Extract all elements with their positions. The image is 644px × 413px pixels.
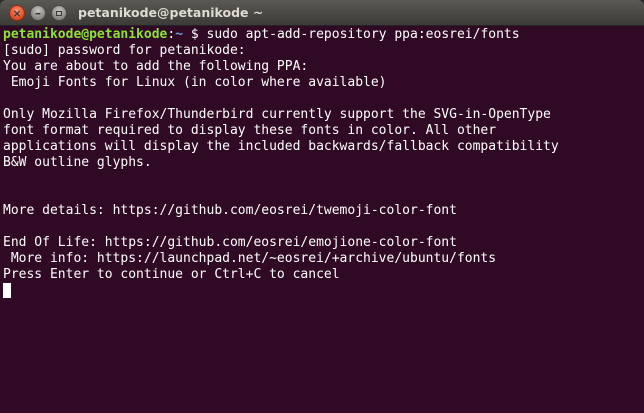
command-text: sudo apt-add-repository ppa:eosrei/fonts xyxy=(198,27,520,42)
output-line: You are about to add the following PPA: xyxy=(3,59,309,74)
prompt-user-host: petanikode@petanikode xyxy=(3,27,168,42)
output-line: More info: https://launchpad.net/~eosrei… xyxy=(3,251,497,266)
output-line: Press Enter to continue or Ctrl+C to can… xyxy=(3,267,340,282)
title-bar[interactable]: × – petanikode@petanikode ~ xyxy=(0,0,644,26)
output-line: [sudo] password for petanikode: xyxy=(3,43,246,58)
cursor-line xyxy=(3,283,644,299)
output-line: End Of Life: https://github.com/eosrei/e… xyxy=(3,235,457,250)
output-line: B&W outline glyphs. xyxy=(3,155,152,170)
output-line: Only Mozilla Firefox/Thunderbird current… xyxy=(3,107,551,122)
prompt-path: ~ xyxy=(175,27,184,42)
output-line: font format required to display these fo… xyxy=(3,123,497,138)
output-line: Emoji Fonts for Linux (in color where av… xyxy=(3,75,387,90)
close-button[interactable]: × xyxy=(9,5,25,21)
terminal-window: × – petanikode@petanikode ~ petanikode@p… xyxy=(0,0,644,413)
minimize-icon: – xyxy=(35,6,41,20)
terminal-area[interactable]: petanikode@petanikode:~ $ sudo apt-add-r… xyxy=(0,26,644,413)
close-icon: × xyxy=(12,6,22,20)
maximize-icon xyxy=(56,10,62,16)
minimize-button[interactable]: – xyxy=(30,5,46,21)
prompt-symbol: $ xyxy=(190,27,199,42)
output-line: applications will display the included b… xyxy=(3,139,559,154)
text-cursor xyxy=(3,283,11,298)
window-title: petanikode@petanikode ~ xyxy=(78,5,264,20)
output-line: More details: https://github.com/eosrei/… xyxy=(3,203,457,218)
maximize-button[interactable] xyxy=(51,5,67,21)
prompt-line: petanikode@petanikode:~ $ sudo apt-add-r… xyxy=(3,27,644,43)
